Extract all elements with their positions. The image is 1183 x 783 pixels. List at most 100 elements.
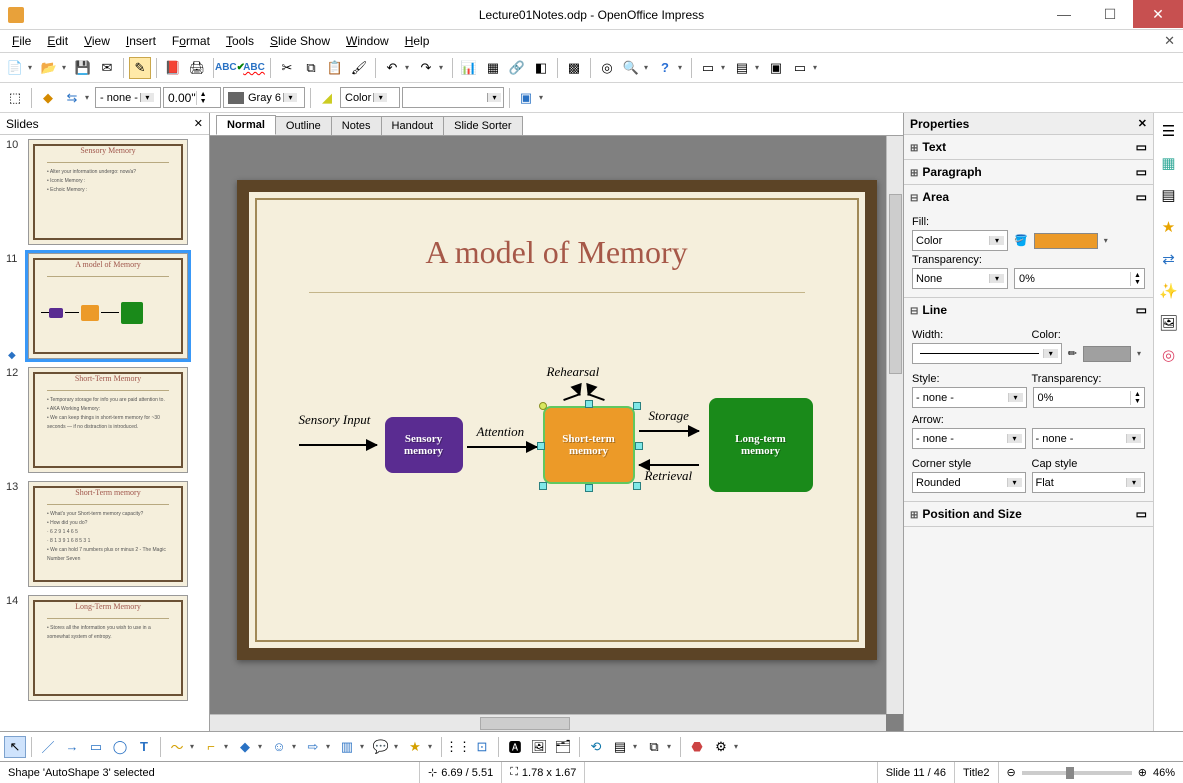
open-button[interactable]: 📂 (38, 57, 60, 79)
slides-panel-close-icon[interactable]: ✕ (194, 117, 203, 130)
help-button[interactable]: ? (654, 57, 676, 79)
arrow-tool[interactable]: → (61, 736, 83, 758)
arrange-button[interactable]: ⬚ (4, 87, 26, 109)
slide-thumb-12[interactable]: 12Short-Term Memory• Temporary storage f… (4, 367, 205, 473)
fill-type-combo[interactable]: Color▾ (340, 87, 400, 108)
section-more-icon[interactable]: ▭ (1136, 140, 1147, 154)
section-text-header[interactable]: ⊞Text ▭ (904, 135, 1153, 159)
arrow-end-select[interactable]: - none -▾ (1032, 428, 1146, 449)
ellipse-tool[interactable]: ◯ (109, 736, 131, 758)
handle-w[interactable] (537, 442, 545, 450)
fill-color-dd[interactable]: ▾ (1104, 236, 1112, 245)
redo-button[interactable]: ↷ (415, 57, 437, 79)
zoom-dropdown[interactable]: ▾ (644, 63, 652, 72)
line-color-combo[interactable]: Gray 6▾ (223, 87, 305, 108)
arrow-retrieval[interactable] (639, 464, 699, 466)
line-color-swatch[interactable] (1083, 346, 1131, 362)
slide-canvas[interactable]: A model of Memory Sensory Input Sensory … (237, 180, 877, 660)
view-tab-outline[interactable]: Outline (275, 116, 332, 135)
handle-s[interactable] (585, 484, 593, 492)
menu-slideshow[interactable]: Slide Show (262, 32, 338, 50)
slide-dd[interactable]: ▾ (721, 63, 729, 72)
rotate-handle[interactable] (539, 402, 547, 410)
paste-button[interactable]: 📋 (324, 57, 346, 79)
slides-list[interactable]: 10Sensory Memory• Alter your information… (0, 135, 209, 731)
navigator-button[interactable]: ◎ (596, 57, 618, 79)
line-color-dd[interactable]: ▾ (1137, 349, 1145, 358)
zoom-out-icon[interactable]: ⊖ (1007, 766, 1016, 779)
chart-button[interactable]: 📊 (458, 57, 480, 79)
bucket-icon[interactable]: 🪣 (1014, 234, 1028, 247)
edit-file-button[interactable]: ✎ (129, 57, 151, 79)
print-button[interactable]: 🖨 (186, 57, 208, 79)
basic-shapes-tool[interactable]: ◆ (234, 736, 256, 758)
interaction-tool[interactable]: ⚙ (710, 736, 732, 758)
stars-tool[interactable]: ★ (404, 736, 426, 758)
slide-layout-button[interactable]: ▤ (731, 57, 753, 79)
rect-tool[interactable]: ▭ (85, 736, 107, 758)
align-tool[interactable]: ▤ (609, 736, 631, 758)
zoom-in-icon[interactable]: ⊕ (1138, 766, 1147, 779)
arrows-dd[interactable]: ▾ (326, 742, 334, 751)
shadow-button[interactable]: ▣ (515, 87, 537, 109)
arrange-tool[interactable]: ⧉ (643, 736, 665, 758)
copy-button[interactable]: ⧉ (300, 57, 322, 79)
area-button[interactable]: ◢ (316, 87, 338, 109)
minimize-button[interactable]: — (1041, 0, 1087, 28)
cap-select[interactable]: Flat▾ (1032, 472, 1146, 493)
arrow-start-select[interactable]: - none -▾ (912, 428, 1026, 449)
menu-help[interactable]: Help (397, 32, 438, 50)
fontwork-tool[interactable]: 🅰 (504, 736, 526, 758)
hyperlink-button[interactable]: 🔗 (506, 57, 528, 79)
connector-tool[interactable]: ⌐ (200, 736, 222, 758)
section-more-icon[interactable]: ▭ (1136, 507, 1147, 521)
sidebar-animation-icon[interactable]: ⇄ (1159, 249, 1179, 269)
align-dd[interactable]: ▾ (633, 742, 641, 751)
toolbar2-overflow[interactable]: ▾ (539, 93, 547, 102)
menu-format[interactable]: Format (164, 32, 218, 50)
section-position-header[interactable]: ⊞Position and Size ▭ (904, 502, 1153, 526)
section-paragraph-header[interactable]: ⊞Paragraph ▭ (904, 160, 1153, 184)
box-short-term-memory[interactable]: Short-term memory (543, 406, 635, 484)
select-tool[interactable]: ↖ (4, 736, 26, 758)
corner-select[interactable]: Rounded▾ (912, 472, 1026, 493)
autospell-button[interactable]: ABC (243, 57, 265, 79)
slide-thumb-14[interactable]: 14Long-Term Memory• Stores all the infor… (4, 595, 205, 701)
slide-design-button[interactable]: ▣ (765, 57, 787, 79)
slide-title[interactable]: A model of Memory (249, 234, 865, 271)
curve-tool[interactable]: ～ (166, 736, 188, 758)
arrow-style-dd[interactable]: ▾ (85, 93, 93, 102)
save-button[interactable]: 💾 (72, 57, 94, 79)
menu-edit[interactable]: Edit (39, 32, 76, 50)
arrow-style-button[interactable]: ⇆ (61, 87, 83, 109)
sidebar-navigator-icon[interactable]: ◎ (1159, 345, 1179, 365)
view-tab-slide-sorter[interactable]: Slide Sorter (443, 116, 522, 135)
show-draw-button[interactable]: ◧ (530, 57, 552, 79)
gallery-tool[interactable]: 🗂 (552, 736, 574, 758)
undo-button[interactable]: ↶ (381, 57, 403, 79)
undo-dropdown[interactable]: ▾ (405, 63, 413, 72)
handle-n[interactable] (585, 400, 593, 408)
view-tab-normal[interactable]: Normal (216, 115, 276, 135)
sidebar-master-icon[interactable]: ▤ (1159, 185, 1179, 205)
section-more-icon[interactable]: ▭ (1136, 165, 1147, 179)
arrange-dd[interactable]: ▾ (667, 742, 675, 751)
section-area-header[interactable]: ⊟Area ▭ (904, 185, 1153, 209)
open-dropdown[interactable]: ▾ (62, 63, 70, 72)
section-more-icon[interactable]: ▭ (1136, 303, 1147, 317)
curve-dd[interactable]: ▾ (190, 742, 198, 751)
callout-tool[interactable]: 💬 (370, 736, 392, 758)
new-dropdown[interactable]: ▾ (28, 63, 36, 72)
line-style-combo[interactable]: - none -▾ (95, 87, 161, 108)
close-button[interactable]: ✕ (1133, 0, 1183, 28)
slide-thumb-11[interactable]: 11A model of Memory◆ (4, 253, 205, 359)
sidebar-menu-icon[interactable]: ☰ (1159, 121, 1179, 141)
view-tab-notes[interactable]: Notes (331, 116, 382, 135)
status-zoom-controls[interactable]: ⊖ ⊕ 46% (999, 762, 1183, 783)
flow-dd[interactable]: ▾ (360, 742, 368, 751)
line-tool[interactable]: ／ (37, 736, 59, 758)
section-more-icon[interactable]: ▭ (1136, 190, 1147, 204)
points-tool[interactable]: ⋮⋮ (447, 736, 469, 758)
fill-type-select[interactable]: Color▾ (912, 230, 1008, 251)
vertical-scrollbar[interactable] (886, 136, 903, 714)
